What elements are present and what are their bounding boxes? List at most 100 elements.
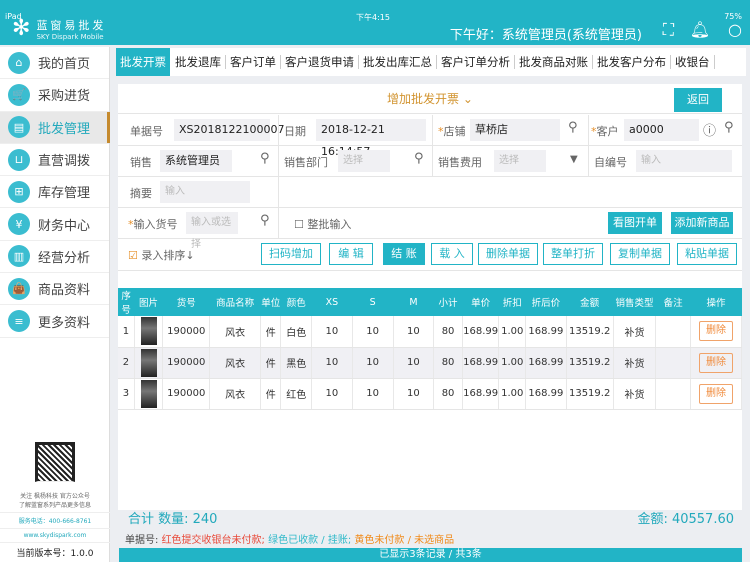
table-cell: 168.99: [525, 316, 567, 348]
tab-outbound-summary[interactable]: 批发出库汇总: [359, 55, 437, 69]
checkout-button[interactable]: 结 账: [383, 243, 425, 265]
fee-field[interactable]: 选择: [494, 150, 546, 172]
tab-wholesale-return[interactable]: 批发退库: [171, 55, 226, 69]
sidebar-item-wholesale[interactable]: ▤ 批发管理: [0, 111, 110, 144]
sort-checkbox[interactable]: ☑ 录入排序↓: [128, 247, 195, 263]
table-row[interactable]: 3 190000 风衣件红色 10 10 10 80 168.99 1.00 168.99 1351…: [118, 378, 743, 410]
batch-input-checkbox[interactable]: ☐ 整批输入: [294, 216, 351, 232]
bell-icon[interactable]: 🔔︎: [690, 20, 710, 39]
table-cell: 1.00: [498, 378, 526, 410]
table-cell: 补货: [613, 378, 657, 410]
tab-cashier[interactable]: 收银台: [671, 55, 715, 69]
load-button[interactable]: 载 入: [431, 243, 473, 265]
paste-doc-button[interactable]: 粘贴单据: [677, 243, 737, 265]
table-cell: 风衣: [209, 347, 262, 379]
date-field[interactable]: 2018-12-21 16:14:57: [316, 119, 426, 158]
table-cell: 80: [433, 316, 463, 348]
delete-row-button[interactable]: 删除: [698, 352, 733, 373]
discount-button[interactable]: 整单打折: [543, 243, 603, 265]
table-cell: 10: [352, 347, 394, 379]
table-cell: 190000: [162, 378, 211, 410]
delete-row-button[interactable]: 删除: [698, 383, 733, 404]
search-icon[interactable]: ⚲: [260, 151, 270, 166]
copy-doc-button[interactable]: 复制单据: [610, 243, 670, 265]
table-row[interactable]: 1 190000 风衣件白色 10 10 10 80 168.99 1.00 168.99 1351…: [118, 316, 743, 348]
scan-icon[interactable]: ⛶: [663, 20, 674, 40]
dropdown-triangle-icon[interactable]: ▼: [570, 154, 578, 165]
column-header: 单价: [462, 288, 499, 316]
sidebar-item-transfer[interactable]: ⊔ 直营调拨: [0, 144, 109, 177]
search-icon[interactable]: ⚲: [260, 213, 270, 228]
delete-doc-button[interactable]: 删除单据: [478, 243, 538, 265]
customer-label: 客户: [591, 123, 619, 139]
product-thumbnail[interactable]: [140, 348, 157, 377]
tab-order-analysis[interactable]: 客户订单分析: [437, 55, 515, 69]
table-cell: 13519.2: [566, 316, 614, 348]
edit-button[interactable]: 编 辑: [329, 243, 373, 265]
chart-icon: ▥: [8, 245, 30, 268]
table-cell: 1: [118, 316, 135, 348]
form-title[interactable]: 增加批发开票 ⌄: [118, 84, 742, 114]
sidebar-item-finance[interactable]: ¥ 财务中心: [0, 208, 109, 241]
sidebar-item-inventory[interactable]: ⊞ 库存管理: [0, 176, 109, 209]
sidebar-item-products[interactable]: 👜 商品资料: [0, 273, 109, 306]
chevron-down-icon: ⌄: [462, 92, 473, 106]
search-icon[interactable]: ⚲: [724, 120, 734, 135]
tab-customer-order[interactable]: 客户订单: [226, 55, 281, 69]
dept-field[interactable]: 选择: [338, 150, 390, 172]
add-product-button[interactable]: 添加新商品: [671, 212, 733, 234]
legend-yellow: 黄色未付款 / 未选商品: [354, 535, 455, 546]
sales-field[interactable]: 系统管理员: [160, 150, 232, 172]
list-icon: ≡: [8, 310, 30, 333]
selfno-field[interactable]: 输入: [636, 150, 732, 172]
item-label: 输入货号: [128, 216, 178, 232]
column-header: 小计: [433, 288, 463, 316]
tab-customer-distribution[interactable]: 批发客户分布: [593, 55, 671, 69]
service-phone: 服务电话：400-666-8761: [0, 513, 110, 529]
table-row[interactable]: 2 190000 风衣件黑色 10 10 10 80 168.99 1.00 168.99 1351…: [118, 347, 743, 379]
customer-field[interactable]: a0000: [624, 119, 699, 141]
sidebar-item-purchase[interactable]: 🛒 采购进货: [0, 79, 109, 112]
follow-line1: 关注 枫杨科技 官方公众号: [20, 493, 90, 500]
item-field[interactable]: 输入或选择: [186, 212, 238, 250]
table-cell: 80: [433, 378, 463, 410]
cart-icon: 🛒: [8, 83, 30, 106]
table-cell: 168.99: [462, 347, 500, 379]
website-link[interactable]: www.skydispark.com: [0, 529, 110, 543]
back-button[interactable]: 返回: [674, 88, 722, 112]
sidebar-label: 商品资料: [38, 283, 91, 299]
sidebar-item-analysis[interactable]: ▥ 经营分析: [0, 241, 109, 274]
tab-reconciliation[interactable]: 批发商品对账: [515, 55, 593, 69]
table-cell: 1.00: [498, 347, 526, 379]
table-cell: 10: [393, 316, 435, 348]
app-logo: ✻ 蓝窗易批发 SKY Dispark Mobile: [12, 16, 106, 41]
table-cell: 删除: [690, 347, 743, 379]
logo-icon: ✻: [12, 16, 31, 41]
view-image-button[interactable]: 看图开单: [608, 212, 662, 234]
scan-add-button[interactable]: 扫码增加: [261, 243, 321, 265]
product-thumbnail[interactable]: [140, 379, 157, 408]
delete-row-button[interactable]: 删除: [698, 321, 733, 342]
sidebar-item-home[interactable]: ⌂ 我的首页: [0, 47, 109, 80]
table-cell: 80: [433, 347, 463, 379]
search-icon[interactable]: ⚲: [568, 120, 578, 135]
sidebar-footer: 关注 枫杨科技 官方公众号 了解蓝窗系列产品更多信息 服务电话：400-666-8…: [0, 442, 110, 562]
shop-field[interactable]: 草桥店: [470, 119, 560, 141]
sidebar-item-more[interactable]: ≡ 更多资料: [0, 305, 109, 338]
table-cell: 3: [118, 378, 135, 410]
fee-label: 销售费用: [438, 156, 482, 169]
summary-field[interactable]: 输入: [160, 181, 250, 203]
form-title-text: 增加批发开票: [387, 92, 460, 106]
tab-customer-return[interactable]: 客户退货申请: [281, 55, 359, 69]
product-thumbnail[interactable]: [140, 317, 157, 346]
search-icon[interactable]: ⚲: [414, 151, 424, 166]
tab-wholesale-invoice[interactable]: 批发开票: [116, 48, 170, 76]
form-row-1: 单据号 XS2018122100007 日期 2018-12-21 16:14:…: [118, 115, 742, 158]
column-header: 序号: [118, 288, 135, 316]
clock: 下午4:15: [356, 13, 390, 22]
date-label: 日期: [284, 125, 306, 138]
settings-icon[interactable]: ○: [728, 20, 742, 39]
sidebar-label: 批发管理: [38, 121, 91, 137]
legend-red: 红色提交收银台未付款;: [161, 535, 265, 546]
info-icon[interactable]: ⓘ: [703, 120, 716, 139]
